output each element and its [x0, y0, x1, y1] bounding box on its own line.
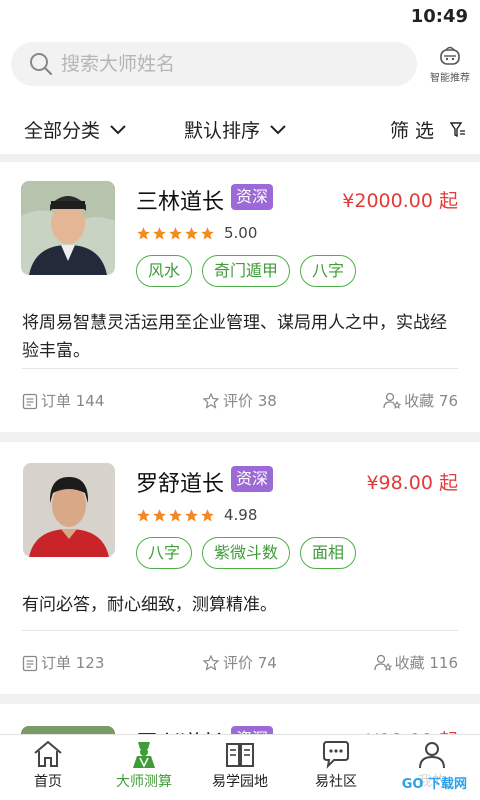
- tab-study-label: 易学园地: [212, 774, 268, 790]
- search-icon: [30, 53, 53, 76]
- skill-tags: 八字 紫微斗数 面相: [136, 537, 366, 569]
- order-icon: [22, 655, 38, 671]
- chevron-down-icon: [270, 124, 286, 134]
- order-count-label: 订单 144: [41, 392, 105, 410]
- tab-master-label: 大师测算: [116, 774, 172, 790]
- master-description: 有问必答，耐心细致，测算精准。: [22, 595, 277, 615]
- watermark-logo: GO 下载网: [398, 773, 470, 792]
- star-icon: [201, 508, 214, 521]
- skill-tag: 奇门遁甲: [202, 255, 291, 287]
- tab-community[interactable]: 易社区: [288, 739, 384, 791]
- tab-study[interactable]: 易学园地: [192, 739, 288, 791]
- category-dropdown[interactable]: 全部分类: [24, 116, 126, 143]
- order-icon: [22, 393, 38, 409]
- star-icon: [137, 508, 150, 521]
- skill-tag: 八字: [300, 255, 357, 287]
- star-rating: 5.00: [136, 224, 257, 242]
- star-icon: [185, 226, 198, 239]
- price: ¥98.00 起: [366, 726, 458, 734]
- card-divider: [22, 630, 458, 631]
- rating-value: 4.98: [224, 506, 258, 524]
- star-icon: [169, 508, 182, 521]
- card-divider: [22, 368, 458, 369]
- rating-value: 5.00: [224, 224, 258, 242]
- avatar: [23, 463, 115, 557]
- skill-tags: 风水 奇门遁甲 八字: [136, 255, 366, 287]
- level-badge: 资深: [231, 184, 274, 210]
- chat-icon: [323, 741, 349, 769]
- section-divider: [0, 432, 480, 442]
- tab-home-label: 首页: [34, 774, 62, 790]
- filter-icon: [450, 121, 465, 137]
- favorite-count-label: 收藏 76: [404, 392, 458, 410]
- price: ¥2000.00 起: [342, 190, 458, 212]
- star-icon: [185, 508, 198, 521]
- review-count: 评价 38: [202, 390, 277, 411]
- review-count-label: 评价 74: [223, 654, 277, 672]
- category-label: 全部分类: [24, 120, 101, 142]
- filter-label: 筛选: [389, 120, 440, 142]
- favorite-count: 收藏 76: [383, 390, 458, 411]
- chevron-down-icon: [110, 124, 126, 134]
- section-divider: [0, 694, 480, 704]
- master-name: 罗兴道长: [136, 726, 224, 734]
- master-card[interactable]: 三林道长 资深 ¥2000.00 起 5.00 风水 奇门遁甲 八字 将周易智慧…: [0, 162, 480, 432]
- robot-icon: [440, 46, 460, 65]
- avatar: [21, 181, 115, 275]
- skill-tag: 风水: [136, 255, 193, 287]
- favorite-count: 收藏 116: [373, 652, 458, 673]
- status-time: 10:49: [410, 6, 468, 27]
- smart-recommend-label: 智能推荐: [430, 73, 470, 84]
- review-count-label: 评价 38: [223, 392, 277, 410]
- review-count: 评价 74: [202, 652, 277, 673]
- tab-master[interactable]: 大师测算: [96, 739, 192, 791]
- star-icon: [153, 226, 166, 239]
- star-rating: 4.98: [136, 506, 257, 524]
- book-icon: [226, 743, 254, 767]
- search-row: 智能推荐: [0, 42, 480, 88]
- star-icon: [169, 226, 182, 239]
- favorite-count-label: 收藏 116: [394, 654, 458, 672]
- filter-bar: 全部分类 默认排序 筛选: [0, 108, 480, 150]
- level-badge: 资深: [231, 466, 274, 492]
- master-name: 三林道长: [136, 190, 225, 215]
- review-icon: [202, 654, 220, 671]
- star-icon: [137, 226, 150, 239]
- master-icon: [133, 742, 155, 768]
- skill-tag: 面相: [300, 537, 357, 569]
- search-input[interactable]: [61, 50, 401, 78]
- level-badge: 资深: [231, 726, 274, 734]
- section-divider: [0, 154, 480, 162]
- skill-tag: 八字: [136, 537, 193, 569]
- order-count: 订单 123: [22, 652, 104, 673]
- master-description: 将周易智慧灵活运用至企业管理、谋局用人之中，实战经验丰富。: [22, 313, 447, 361]
- skill-tag: 紫微斗数: [202, 537, 291, 569]
- master-name: 罗舒道长: [136, 472, 225, 497]
- favorite-user-icon: [373, 654, 392, 671]
- review-icon: [202, 392, 220, 409]
- tab-home[interactable]: 首页: [0, 739, 96, 791]
- tab-community-label: 易社区: [315, 774, 357, 790]
- search-box[interactable]: [11, 42, 417, 86]
- master-card[interactable]: 罗舒道长 资深 ¥98.00 起 4.98 八字 紫微斗数 面相 有问必答，耐心…: [0, 442, 480, 694]
- star-icon: [153, 508, 166, 521]
- user-icon: [419, 742, 445, 769]
- favorite-user-icon: [383, 392, 402, 409]
- sort-label: 默认排序: [184, 120, 261, 142]
- star-icon: [201, 226, 214, 239]
- home-icon: [34, 740, 62, 767]
- order-count: 订单 144: [22, 390, 104, 411]
- avatar: [21, 726, 115, 734]
- sort-dropdown[interactable]: 默认排序: [184, 116, 286, 143]
- price: ¥98.00 起: [366, 472, 458, 494]
- bottom-tab-bar: 首页 大师测算 易学园地 易社区 我的 GO 下载网: [0, 734, 480, 800]
- filter-button[interactable]: 筛选: [390, 116, 466, 143]
- status-bar: 10:49: [0, 0, 480, 32]
- master-card[interactable]: 罗兴道长 资深 ¥98.00 起: [0, 704, 480, 734]
- smart-recommend-button[interactable]: 智能推荐: [428, 44, 472, 88]
- order-count-label: 订单 123: [41, 654, 105, 672]
